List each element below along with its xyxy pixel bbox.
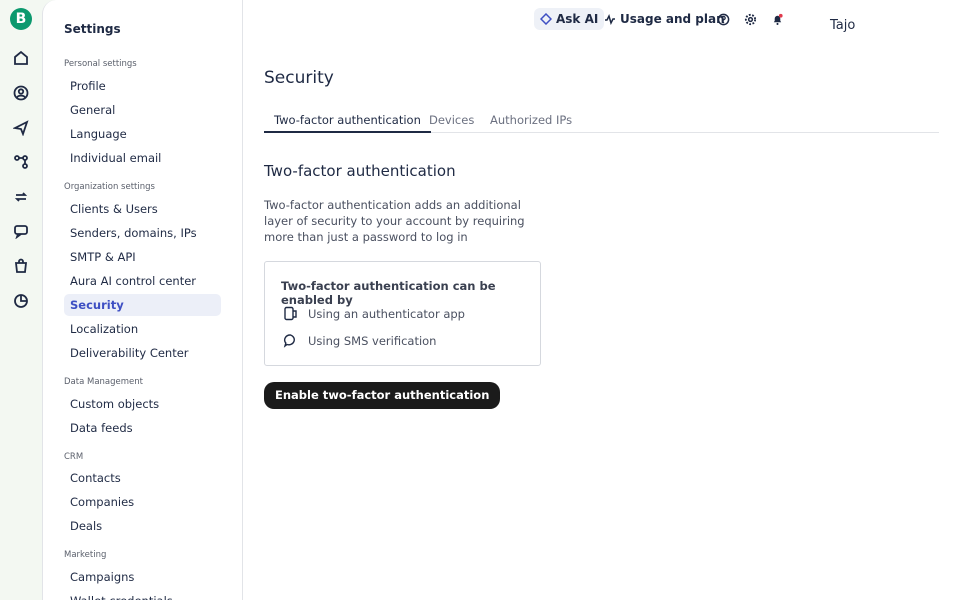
option-sms-label: Using SMS verification <box>308 333 437 348</box>
usage-and-plan-label: Usage and plan <box>620 12 725 26</box>
home-icon[interactable] <box>12 49 30 67</box>
enable-two-factor-button[interactable]: Enable two-factor authentication <box>264 382 501 409</box>
sidebar-item-senders[interactable]: Senders, domains, IPs <box>64 222 221 244</box>
section-organization-settings: Organization settings <box>64 182 155 192</box>
option-authenticator-label: Using an authenticator app <box>308 306 465 321</box>
option-sms-verification: Using SMS verification <box>283 333 436 348</box>
two-factor-methods-card: Two-factor authentication can be enabled… <box>264 261 541 366</box>
authenticator-icon <box>284 306 297 321</box>
section-heading: Two-factor authentication <box>264 162 456 180</box>
sidebar-item-data-feeds[interactable]: Data feeds <box>64 417 221 439</box>
shop-icon[interactable] <box>12 257 30 275</box>
gear-icon[interactable] <box>742 11 758 27</box>
tab-devices[interactable]: Devices <box>419 107 484 133</box>
top-bar: Ask AI Usage and plan Tajo <box>243 8 960 33</box>
sidebar-item-profile[interactable]: Profile <box>64 75 221 97</box>
bell-icon[interactable] <box>769 11 785 27</box>
brand-logo[interactable]: B <box>10 8 32 30</box>
sidebar-item-clients-users[interactable]: Clients & Users <box>64 198 221 220</box>
card-title: Two-factor authentication can be enabled… <box>281 279 496 307</box>
sidebar-item-contacts[interactable]: Contacts <box>64 467 221 489</box>
sidebar-item-aura-ai[interactable]: Aura AI control center <box>64 270 221 292</box>
sync-icon[interactable] <box>12 188 30 206</box>
user-name[interactable]: Tajo <box>830 18 855 33</box>
conversations-icon[interactable] <box>12 222 30 240</box>
sidebar-item-deliverability[interactable]: Deliverability Center <box>64 342 221 364</box>
sidebar-item-individual-email[interactable]: Individual email <box>64 147 221 169</box>
settings-sidebar: Settings Personal settings Profile Gener… <box>42 0 243 600</box>
sparkle-icon <box>540 13 552 25</box>
automation-icon[interactable] <box>12 153 30 171</box>
send-icon[interactable] <box>12 119 30 137</box>
sidebar-item-campaigns[interactable]: Campaigns <box>64 566 221 588</box>
tab-authorized-ips[interactable]: Authorized IPs <box>480 107 582 133</box>
sidebar-item-custom-objects[interactable]: Custom objects <box>64 393 221 415</box>
section-marketing: Marketing <box>64 550 107 560</box>
sidebar-title: Settings <box>64 22 121 36</box>
section-data-management: Data Management <box>64 377 143 387</box>
reports-icon[interactable] <box>12 292 30 310</box>
chat-bubble-icon <box>283 334 295 348</box>
ask-ai-label: Ask AI <box>556 12 599 26</box>
sidebar-item-companies[interactable]: Companies <box>64 491 221 513</box>
section-description: Two-factor authentication adds an additi… <box>264 198 525 244</box>
usage-and-plan-button[interactable]: Usage and plan <box>604 8 725 30</box>
sidebar-item-localization[interactable]: Localization <box>64 318 221 340</box>
sidebar-item-deals[interactable]: Deals <box>64 515 221 537</box>
section-personal-settings: Personal settings <box>64 59 137 69</box>
help-icon[interactable] <box>715 11 731 27</box>
main-content: Ask AI Usage and plan Tajo Security Two-… <box>243 0 960 600</box>
activity-icon <box>605 13 615 25</box>
section-crm: CRM <box>64 452 84 462</box>
sidebar-item-smtp-api[interactable]: SMTP & API <box>64 246 221 268</box>
app-rail: B <box>0 0 42 600</box>
sidebar-item-general[interactable]: General <box>64 99 221 121</box>
option-authenticator-app: Using an authenticator app <box>283 306 465 321</box>
sidebar-item-wallet-credentials[interactable]: Wallet credentials <box>64 590 221 600</box>
ask-ai-button[interactable]: Ask AI <box>534 8 605 30</box>
contacts-icon[interactable] <box>12 84 30 102</box>
tab-two-factor-authentication[interactable]: Two-factor authentication <box>264 107 431 133</box>
sidebar-item-language[interactable]: Language <box>64 123 221 145</box>
security-tabs: Two-factor authentication Devices Author… <box>264 107 939 133</box>
page-title: Security <box>264 68 334 88</box>
sidebar-item-security[interactable]: Security <box>64 294 221 316</box>
